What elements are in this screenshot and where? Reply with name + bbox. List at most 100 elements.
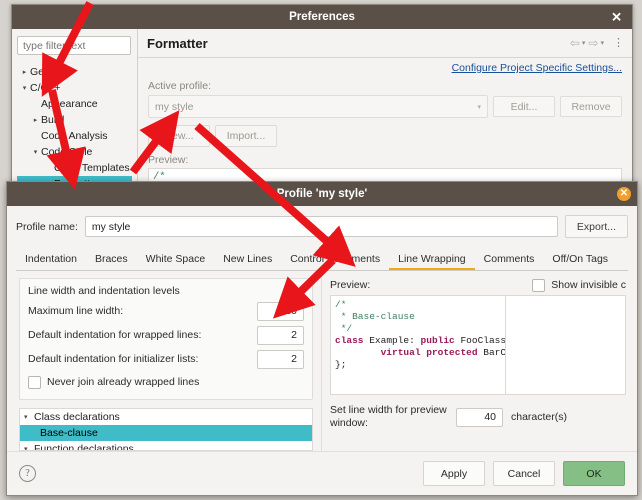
list-item[interactable]: ▾ Function declarations [20,441,312,451]
setting-value-input[interactable]: 80 [257,301,304,321]
tab-new-lines[interactable]: New Lines [214,249,281,270]
overflow-menu-icon[interactable]: ⋮ [613,37,624,48]
list-item-label: Base-clause [40,427,98,439]
new-button[interactable]: New... [148,125,210,147]
preferences-preview-label: Preview: [148,154,189,166]
declarations-list[interactable]: ▾ Class declarations Base-clause ▾ Function … [19,408,313,451]
setting-row: Default indentation for initializer list… [28,347,304,371]
list-item-label: Class declarations [34,411,120,423]
setting-value-input[interactable]: 2 [257,325,304,345]
page-title: Formatter [147,35,208,51]
twisty-icon[interactable]: ▾ [19,84,30,92]
export-button[interactable]: Export... [564,215,628,238]
never-join-row[interactable]: Never join already wrapped lines [28,372,304,392]
preview-header: Preview: Show invisible c [330,278,626,292]
tab-comments[interactable]: Comments [475,249,544,270]
setting-label: Default indentation for initializer list… [28,353,199,365]
forward-icon[interactable]: ⇨ [588,36,598,50]
preview-code-gutter [506,296,625,394]
list-item-label: Function declarations [34,443,134,451]
line-width-group-title: Line width and indentation levels [28,285,180,297]
code-line: * Base-clause [335,311,415,322]
sidebar-item-c-c[interactable]: ▾ C/C++ [17,80,132,96]
sidebar-item-build[interactable]: ▸ Build [17,112,132,128]
profile-name-label: Profile name: [16,220,78,233]
profile-dialog-titlebar: Profile 'my style' ✕ [7,182,637,206]
tab-white-space[interactable]: White Space [137,249,215,270]
tab-control-statements[interactable]: Control Statements [281,249,389,270]
never-join-checkbox[interactable] [28,375,41,389]
sidebar-item-code-analysis[interactable]: Code Analysis [17,128,132,144]
twisty-icon[interactable]: ▸ [19,68,30,76]
line-width-group: Line width and indentation levels Maximu… [19,278,313,400]
configure-project-specific-settings-link[interactable]: Configure Project Specific Settings... [148,62,622,74]
ok-button[interactable]: OK [563,461,625,486]
sidebar-item-label: General [30,66,68,78]
forward-dropdown-icon[interactable]: ▾ [600,39,604,47]
show-invisible-row[interactable]: Show invisible c [532,278,626,292]
set-line-width-label: Set line width for preview window: [330,404,447,429]
code-line: }; [335,359,347,370]
profile-dialog-title: Profile 'my style' [276,188,368,200]
preview-pane: Preview: Show invisible c /* * Base-clau… [321,271,628,451]
active-profile-value: my style [155,100,194,113]
preferences-titlebar: Preferences ✕ [12,5,632,29]
show-invisible-label: Show invisible c [551,279,626,291]
remove-button[interactable]: Remove [560,96,622,117]
preferences-tree: ▸ General ▾ C/C++ Appearance ▸ Build Code Analy… [17,64,132,192]
sidebar-item-code-templates[interactable]: Code Templates [17,160,132,176]
footer-buttons: Apply Cancel OK [423,461,625,486]
show-invisible-checkbox[interactable] [532,278,546,292]
formatter-tabs: Indentation Braces White Space New Lines Con… [16,248,628,271]
profile-actions-row: New... Import... [148,125,622,147]
set-line-width-input[interactable]: 40 [456,407,503,427]
edit-button[interactable]: Edit... [493,96,555,117]
profile-dialog-footer: ? Apply Cancel OK [7,451,637,495]
set-line-width-row: Set line width for preview window: 40 ch… [330,404,626,430]
profile-name-input[interactable] [84,216,558,237]
line-wrapping-settings-pane: Line width and indentation levels Maximu… [16,271,321,451]
sidebar-item-label: Appearance [41,98,98,110]
twisty-icon[interactable]: ▸ [30,116,41,124]
apply-button[interactable]: Apply [423,461,485,486]
sidebar-item-label: Build [41,114,65,126]
help-icon[interactable]: ? [19,465,36,482]
tab-line-wrapping[interactable]: Line Wrapping [389,249,475,270]
back-dropdown-icon[interactable]: ▾ [582,39,586,47]
preview-code-area: /* * Base-clause */class Example: public… [330,295,626,395]
profile-dialog: Profile 'my style' ✕ Profile name: Expor… [6,181,638,496]
sidebar-item-code-style[interactable]: ▾ Code Style [17,144,132,160]
close-icon[interactable]: ✕ [611,11,622,24]
sidebar-item-label: Code Style [41,146,93,158]
tab-braces[interactable]: Braces [86,249,137,270]
code-line: /* [335,299,347,310]
filter-input[interactable] [17,36,131,55]
setting-label: Default indentation for wrapped lines: [28,329,202,341]
profile-dialog-body: Profile name: Export... IndentationBrace… [7,206,637,451]
setting-label: Maximum line width: [28,305,124,317]
tab-off-on-tags[interactable]: Off/On Tags [543,249,617,270]
back-icon[interactable]: ⇦ [570,36,580,50]
sidebar-item-label: Code Templates [54,162,130,174]
setting-row: Maximum line width: 80 [28,299,304,323]
sidebar-item-general[interactable]: ▸ General [17,64,132,80]
tab-indentation[interactable]: Indentation [16,249,86,270]
active-profile-combo[interactable]: my style ▾ [148,95,488,118]
preferences-header: Formatter ⇦ ▾ ⇨ ▾ ⋮ [138,29,632,58]
setting-value-input[interactable]: 2 [257,349,304,369]
list-item[interactable]: Base-clause [20,425,312,441]
characters-label: character(s) [511,411,568,423]
twisty-icon[interactable]: ▾ [24,413,34,421]
import-button[interactable]: Import... [215,125,277,147]
preview-code: /* * Base-clause */class Example: public… [331,296,506,394]
close-icon[interactable]: ✕ [617,187,631,201]
twisty-icon[interactable]: ▾ [30,148,41,156]
cancel-button[interactable]: Cancel [493,461,555,486]
sidebar-item-appearance[interactable]: Appearance [17,96,132,112]
profile-name-row: Profile name: Export... [16,215,628,238]
list-item[interactable]: ▾ Class declarations [20,409,312,425]
line-width-fields: Maximum line width: 80 Default indentation… [28,299,304,371]
code-line: */ [335,323,353,334]
formatter-panes: Line width and indentation levels Maximu… [16,271,628,451]
preview-label: Preview: [330,279,371,291]
